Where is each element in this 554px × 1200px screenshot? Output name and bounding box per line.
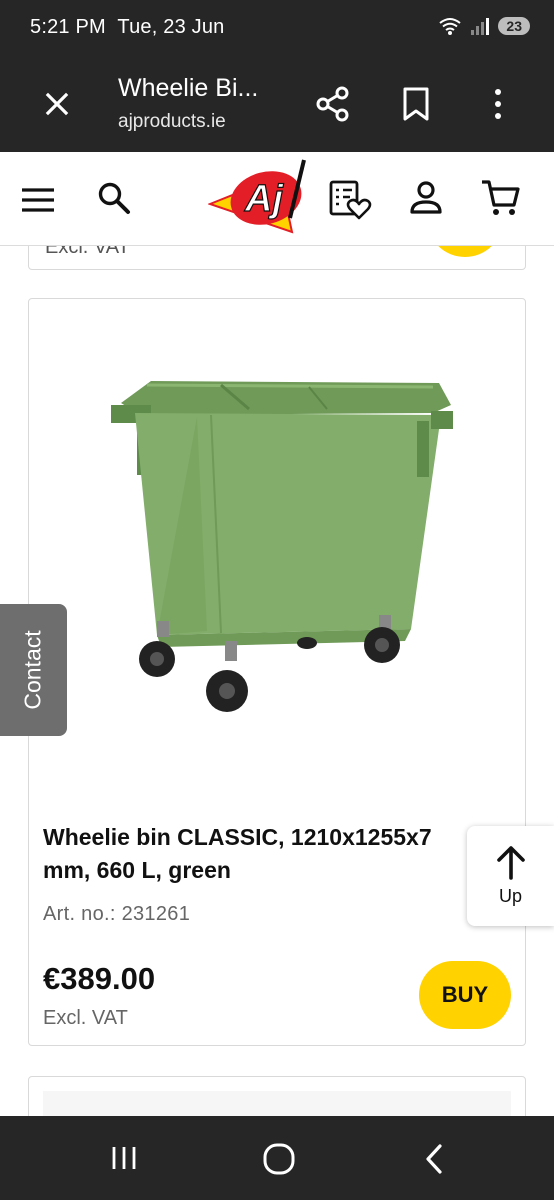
arrow-up-icon bbox=[497, 846, 525, 880]
browser-toolbar: Wheelie Bi... ajproducts.ie bbox=[0, 56, 554, 152]
aj-logo[interactable]: Aj bbox=[208, 158, 316, 242]
user-icon[interactable] bbox=[408, 178, 444, 218]
signal-icon bbox=[471, 18, 490, 35]
system-nav-bar bbox=[0, 1116, 554, 1200]
home-icon[interactable] bbox=[262, 1142, 296, 1176]
product-price: €389.00 bbox=[43, 961, 156, 996]
product-card[interactable]: Wheelie bin CLASSIC, 1210x1255x7 mm, 660… bbox=[28, 298, 526, 1046]
next-product-image[interactable] bbox=[43, 1091, 511, 1116]
previous-excl-vat: Excl. VAT bbox=[45, 246, 130, 258]
product-list: Excl. VAT Wheelie bin CLASSIC, 1210x1255… bbox=[0, 246, 554, 1116]
battery-icon: 23 bbox=[498, 17, 530, 35]
product-title[interactable]: Wheelie bin CLASSIC, 1210x1255x7 mm, 660… bbox=[43, 821, 513, 887]
cart-icon[interactable] bbox=[480, 178, 522, 218]
status-time: 5:21 PM Tue, 23 Jun bbox=[30, 16, 225, 39]
product-title-line-2: mm, 660 L, green bbox=[43, 857, 231, 883]
contact-tab[interactable]: Contact bbox=[0, 604, 67, 736]
browser-page-title: Wheelie Bi... bbox=[118, 74, 259, 102]
article-number: Art. no.: 231261 bbox=[43, 903, 191, 925]
buy-button[interactable]: BUY bbox=[419, 961, 511, 1029]
product-title-line-1: Wheelie bin CLASSIC, 1210x1255x7 bbox=[43, 824, 432, 850]
status-icons: 23 bbox=[438, 16, 530, 36]
bookmark-icon[interactable] bbox=[398, 84, 434, 124]
recents-icon[interactable] bbox=[108, 1144, 140, 1172]
browser-url: ajproducts.ie bbox=[118, 111, 226, 132]
share-icon[interactable] bbox=[314, 84, 352, 124]
status-bar: 5:21 PM Tue, 23 Jun 23 bbox=[0, 0, 554, 56]
menu-icon[interactable] bbox=[20, 185, 56, 215]
previous-product-card[interactable]: Excl. VAT bbox=[28, 246, 526, 270]
shopping-list-heart-icon[interactable] bbox=[328, 178, 372, 222]
scroll-up-button[interactable]: Up bbox=[467, 826, 554, 926]
site-header: Aj bbox=[0, 152, 554, 246]
logo-text: Aj bbox=[244, 178, 284, 220]
product-image[interactable] bbox=[99, 359, 479, 739]
back-icon[interactable] bbox=[420, 1142, 448, 1176]
more-vertical-icon[interactable] bbox=[486, 84, 510, 124]
next-product-card[interactable] bbox=[28, 1076, 526, 1116]
status-date: Tue, 23 Jun bbox=[117, 16, 225, 38]
wifi-icon bbox=[439, 18, 462, 35]
price-vat-note: Excl. VAT bbox=[43, 1007, 128, 1029]
close-icon[interactable] bbox=[38, 85, 76, 123]
up-label: Up bbox=[498, 886, 522, 906]
previous-buy-button[interactable] bbox=[427, 246, 503, 257]
status-clock: 5:21 PM bbox=[30, 16, 106, 38]
search-icon[interactable] bbox=[96, 180, 132, 216]
contact-label: Contact bbox=[19, 630, 46, 710]
